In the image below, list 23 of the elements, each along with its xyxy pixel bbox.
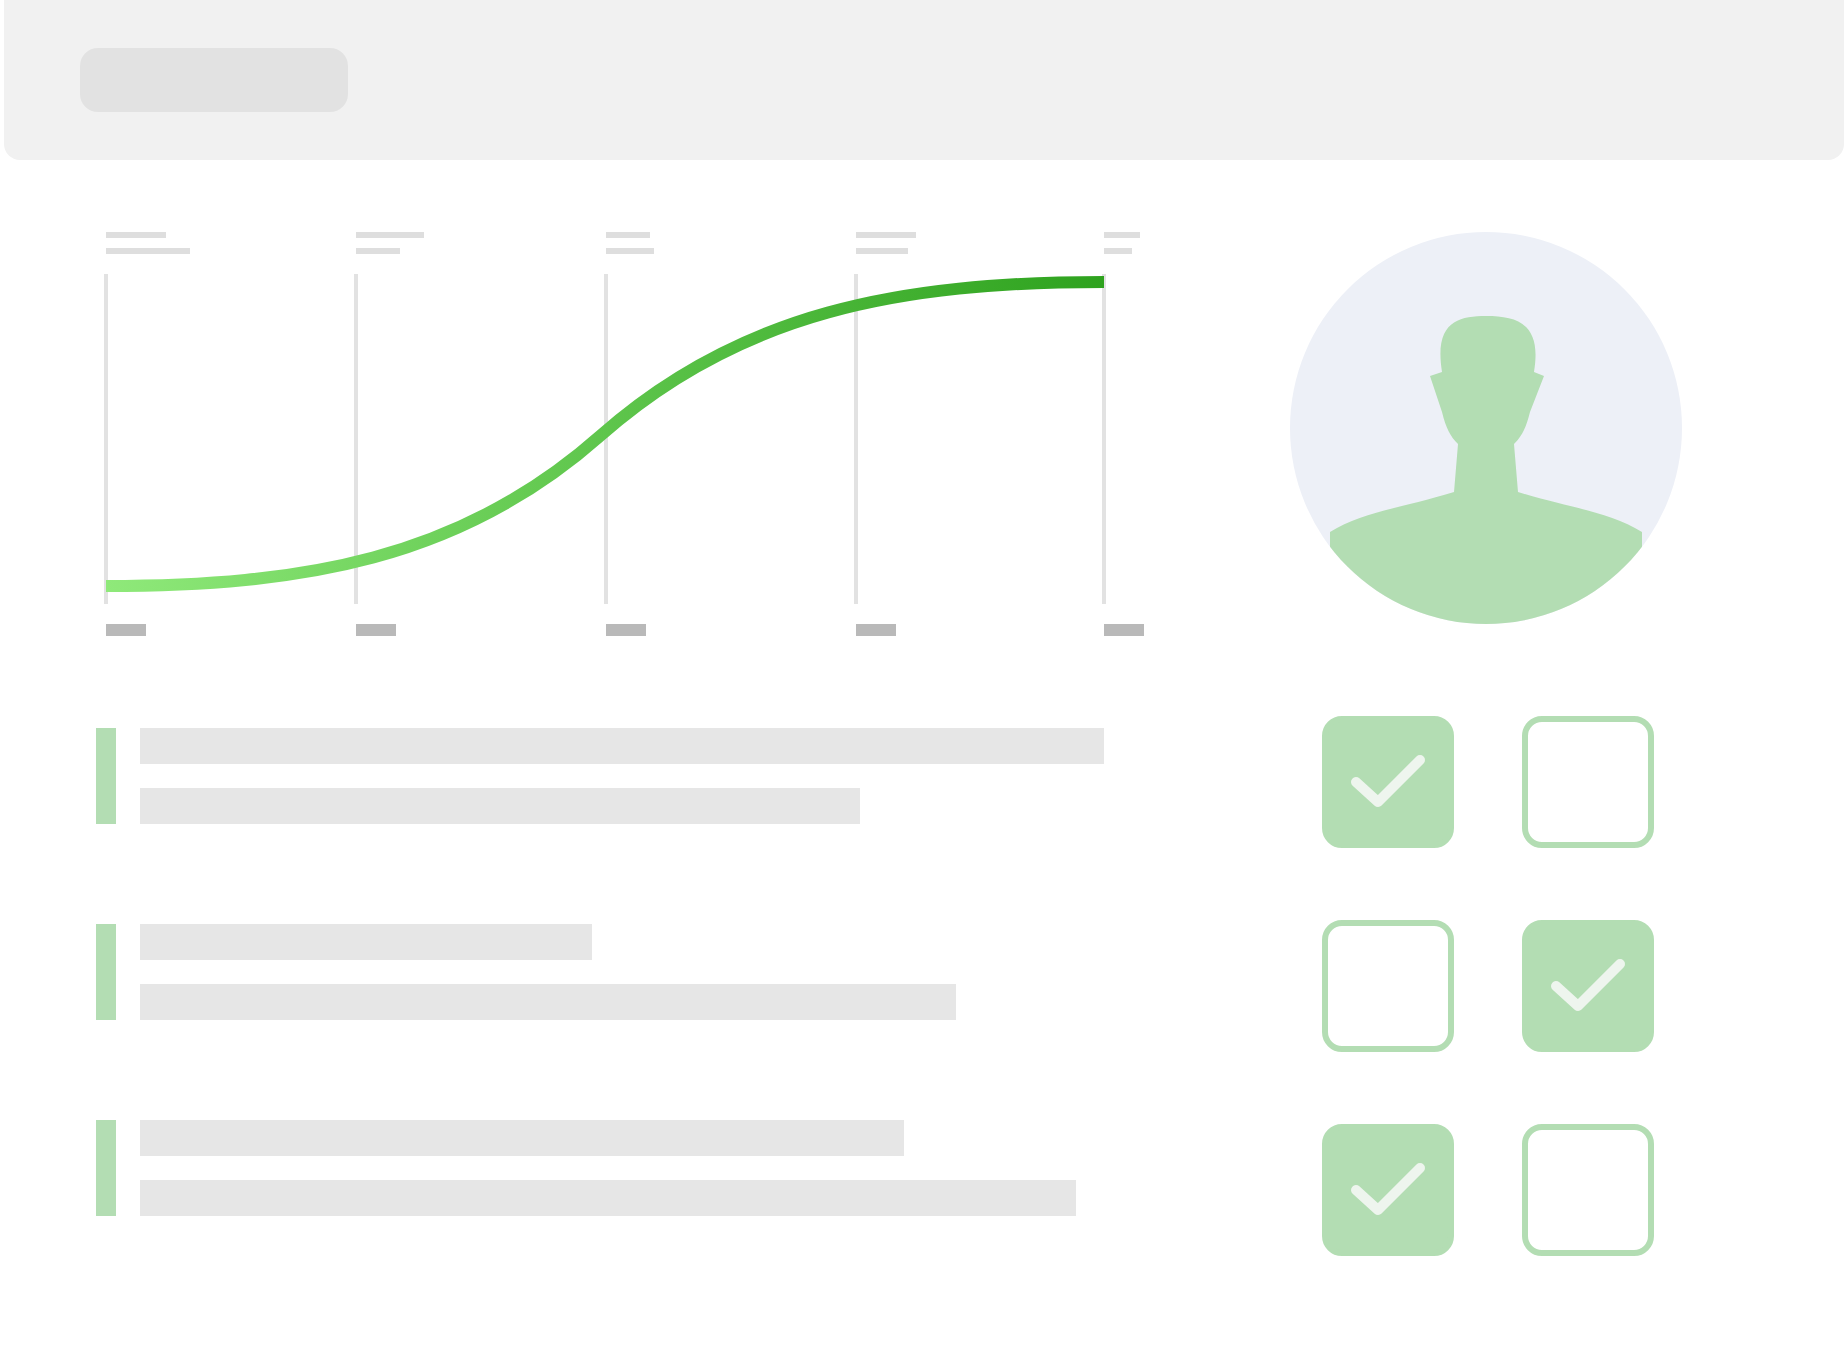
checkbox[interactable]: [1322, 716, 1454, 848]
checkbox[interactable]: [1522, 1124, 1654, 1256]
label-placeholder: [106, 232, 190, 254]
accent-bar: [96, 728, 116, 824]
tick-label-placeholder: [856, 624, 896, 636]
check-icon: [1348, 1160, 1428, 1220]
checkbox[interactable]: [1322, 920, 1454, 1052]
label-placeholder: [356, 232, 424, 254]
tick-label-placeholder: [106, 624, 146, 636]
check-icon: [1548, 956, 1628, 1016]
label-placeholder: [1104, 232, 1140, 254]
check-icon: [1348, 752, 1428, 812]
accent-bar: [96, 924, 116, 1020]
checkbox[interactable]: [1522, 920, 1654, 1052]
label-placeholder: [606, 232, 654, 254]
checkbox[interactable]: [1522, 716, 1654, 848]
checkbox[interactable]: [1322, 1124, 1454, 1256]
accent-bar: [96, 1120, 116, 1216]
tick-label-placeholder: [356, 624, 396, 636]
tick-label-placeholder: [1104, 624, 1144, 636]
avatar-icon: [1290, 232, 1682, 624]
tick-label-placeholder: [606, 624, 646, 636]
label-placeholder: [856, 232, 916, 254]
